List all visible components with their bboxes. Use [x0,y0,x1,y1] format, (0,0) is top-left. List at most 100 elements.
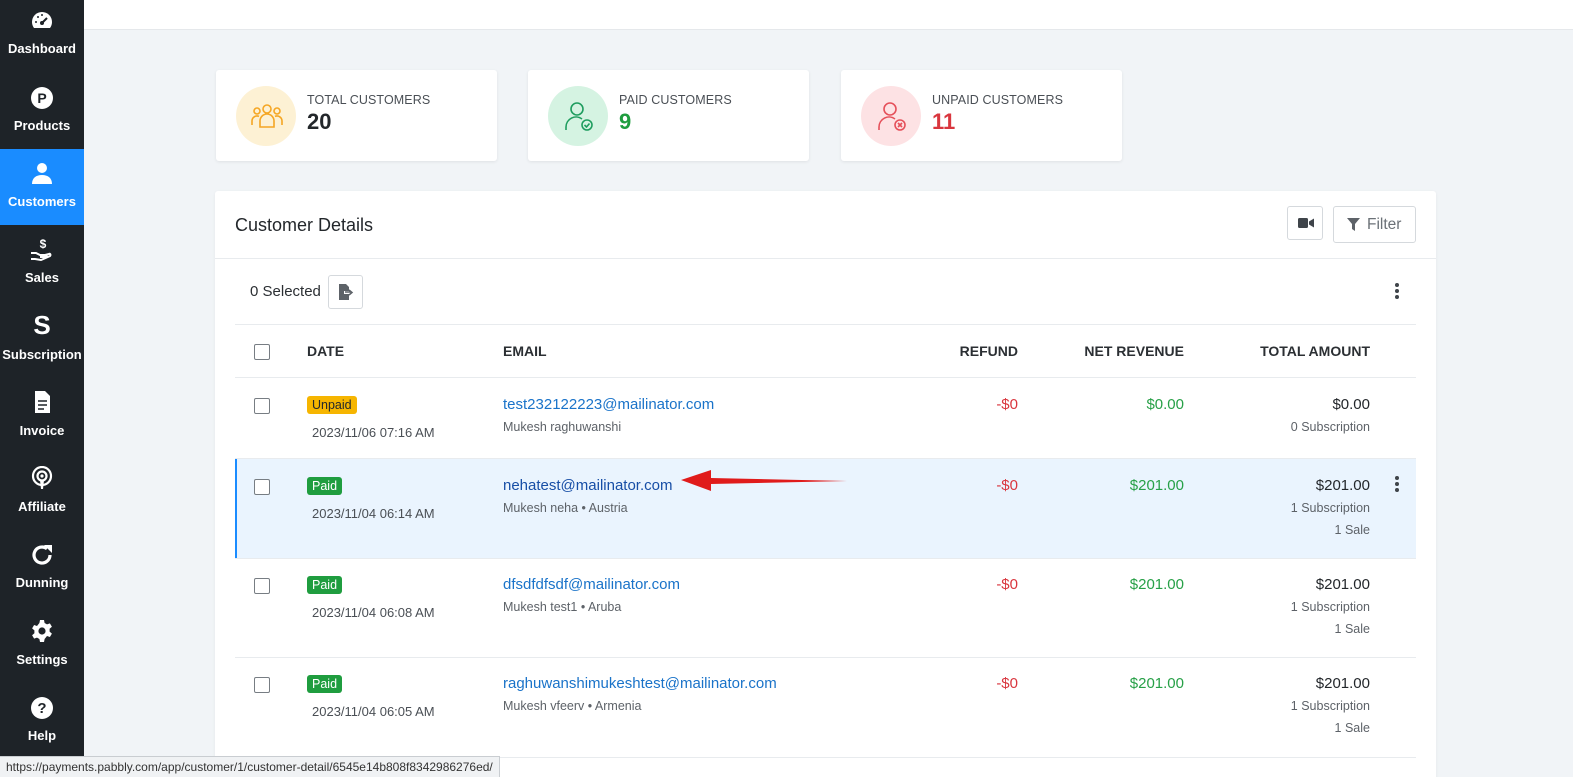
total-amount-value: $201.00 [1315,576,1370,593]
product-p-icon: P [31,87,53,109]
table-row[interactable]: Unpaid 2023/11/06 07:16 AM test232122223… [235,378,1416,458]
user-check-icon [565,102,593,131]
refresh-icon [32,545,52,565]
select-all-checkbox[interactable] [254,344,270,360]
customer-name: Mukesh neha • Austria [503,501,628,515]
stat-value: 9 [619,109,632,134]
subscription-s-icon: S [33,313,50,337]
sidebar-item-invoice[interactable]: Invoice [0,377,84,453]
total-amount-value: $0.00 [1332,396,1370,413]
stat-title: UNPAID CUSTOMERS [932,93,1064,107]
export-file-icon [339,284,354,300]
row-checkbox[interactable] [254,479,270,495]
user-icon [32,163,52,184]
customer-email-link[interactable]: test232122223@mailinator.com [503,396,714,413]
sale-count: 1 Sale [1334,622,1370,636]
row-date: 2023/11/04 06:05 AM [312,704,435,719]
top-bar [84,0,1573,30]
row-date: 2023/11/06 07:16 AM [312,425,435,440]
row-date: 2023/11/04 06:08 AM [312,605,435,620]
export-button[interactable] [328,275,363,309]
sidebar-item-label: Subscription [2,347,82,362]
filter-label: Filter [1367,216,1402,233]
customer-name: Mukesh raghuwanshi [503,420,622,434]
sidebar-item-products[interactable]: P Products [0,76,84,152]
net-revenue-value: $201.00 [1129,477,1184,494]
sale-count: 1 Sale [1334,523,1370,537]
browser-status-url: https://payments.pabbly.com/app/customer… [0,756,500,777]
net-revenue-value: $201.00 [1129,576,1184,593]
stat-card-total-customers: TOTAL CUSTOMERS 20 [216,70,497,161]
table-row[interactable]: Paid 2023/11/04 06:05 AM raghuwanshimuke… [235,658,1416,757]
total-amount-value: $201.00 [1315,675,1370,692]
stat-card-unpaid-customers: UNPAID CUSTOMERS 11 [841,70,1122,161]
net-revenue-value: $201.00 [1129,675,1184,692]
row-checkbox[interactable] [254,398,270,414]
status-badge: Paid [307,477,343,495]
table-row[interactable]: Paid 2023/11/04 06:14 AM nehatest@mailin… [235,459,1416,558]
stat-icon-circle [548,86,608,146]
hand-dollar-icon: $ [31,237,52,261]
customer-name: Mukesh test1 • Aruba [503,600,622,614]
svg-text:?: ? [37,700,46,717]
subscription-count: 1 Subscription [1290,699,1370,713]
sidebar-item-dashboard[interactable]: Dashboard [0,0,84,76]
refund-value: -$0 [996,477,1018,494]
customer-email-link[interactable]: dfsdfdfsdf@mailinator.com [503,576,680,593]
sidebar-item-subscription[interactable]: S Subscription [0,301,84,377]
column-header-refund[interactable]: REFUND [918,343,1018,359]
stat-title: PAID CUSTOMERS [619,93,732,107]
sidebar-item-label: Affiliate [18,499,66,514]
funnel-icon [1347,218,1360,231]
sale-count: 1 Sale [1334,721,1370,735]
filter-button[interactable]: Filter [1333,206,1416,243]
sidebar-item-help[interactable]: ? Help [0,682,84,758]
video-tutorial-button[interactable] [1287,206,1323,240]
stat-title: TOTAL CUSTOMERS [307,93,431,107]
total-amount-value: $201.00 [1315,477,1370,494]
sidebar-item-label: Dashboard [8,41,76,56]
stat-value: 11 [932,109,956,134]
column-header-net-revenue[interactable]: NET REVENUE [1034,343,1184,359]
stat-icon-circle [236,86,296,146]
row-more-options-icon[interactable] [1392,475,1402,495]
divider [235,324,1416,325]
video-camera-icon [1298,218,1314,228]
table-row[interactable]: Paid 2023/11/04 06:08 AM dfsdfdfsdf@mail… [235,559,1416,657]
customer-email-link[interactable]: nehatest@mailinator.com [503,477,672,494]
sidebar-item-label: Products [13,118,71,133]
customer-email-link[interactable]: raghuwanshimukeshtest@mailinator.com [503,675,777,692]
sidebar-item-affiliate[interactable]: Affiliate [0,453,84,529]
sidebar-item-customers[interactable]: Customers [0,149,84,225]
question-icon: ? [31,697,53,719]
stat-icon-circle [861,86,921,146]
net-revenue-value: $0.00 [1146,396,1184,413]
row-checkbox[interactable] [254,677,270,693]
subscription-count: 1 Subscription [1290,600,1370,614]
broadcast-icon [31,466,53,489]
row-date: 2023/11/04 06:14 AM [312,506,435,521]
gear-icon [32,620,52,642]
svg-text:$: $ [40,237,47,251]
customer-name: Mukesh vfeerv • Armenia [503,699,642,713]
sidebar-item-label: Dunning [15,575,69,590]
status-badge: Unpaid [307,396,357,414]
panel-title: Customer Details [235,215,374,235]
svg-text:P: P [37,90,46,106]
subscription-count: 1 Subscription [1290,501,1370,515]
sidebar-item-label: Invoice [19,423,65,438]
svg-text:S: S [33,313,50,337]
sidebar-item-settings[interactable]: Settings [0,606,84,682]
users-group-icon [251,104,283,128]
column-header-date[interactable]: DATE [307,343,344,359]
column-header-email[interactable]: EMAIL [503,343,547,359]
stat-value: 20 [307,109,332,134]
row-checkbox[interactable] [254,578,270,594]
sidebar-item-sales[interactable]: $ Sales [0,225,84,301]
sidebar-item-label: Help [27,728,57,743]
more-options-icon[interactable] [1392,282,1402,302]
sidebar-item-dunning[interactable]: Dunning [0,530,84,606]
column-header-total-amount[interactable]: TOTAL AMOUNT [1210,343,1370,359]
selected-count: 0 Selected [250,283,321,300]
refund-value: -$0 [996,576,1018,593]
